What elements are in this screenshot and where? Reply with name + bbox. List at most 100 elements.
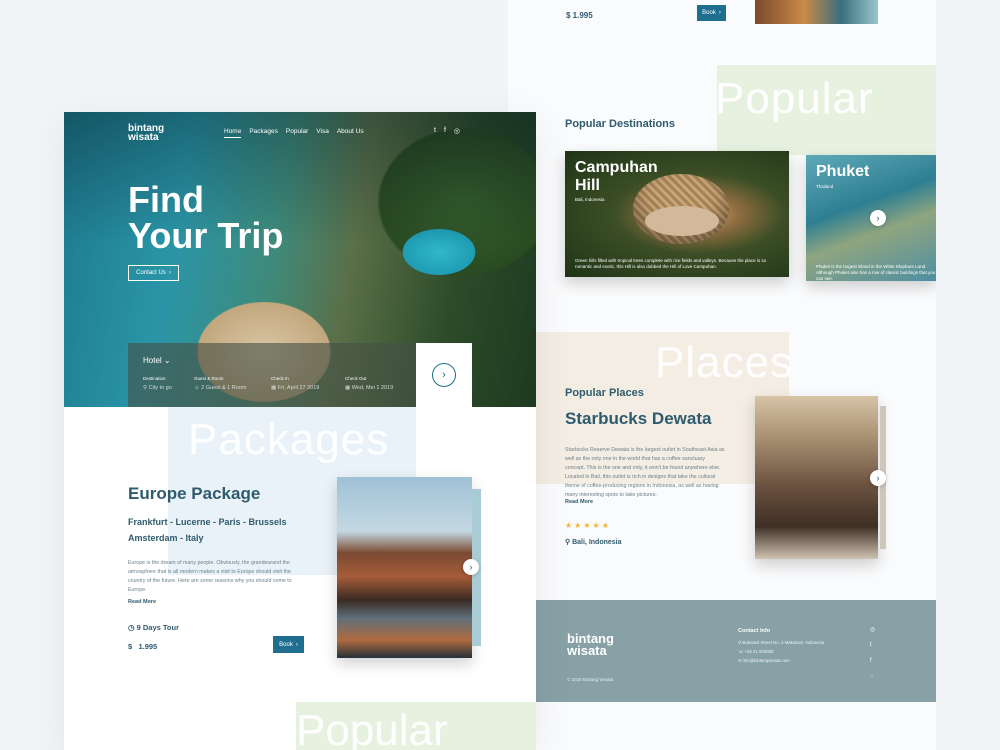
instagram-icon[interactable]: ◎: [454, 127, 460, 135]
package-route-line2: Amsterdam - Italy: [128, 533, 204, 543]
destination-field[interactable]: Destination ⚲ City to go: [143, 376, 172, 391]
nav-item-popular[interactable]: Popular: [286, 128, 308, 138]
check-in-field[interactable]: Check In ▦ Fri, April 27 2019: [271, 376, 319, 391]
package-duration-text: 9 Days Tour: [136, 623, 180, 632]
place-rating-stars: ★★★★★: [565, 521, 611, 530]
popular-destinations-title: Popular Destinations: [565, 118, 676, 130]
destination-description: Phuket is the largest island in the Whit…: [816, 264, 936, 281]
popular-watermark: Popular: [715, 74, 874, 123]
book-button[interactable]: Book ›: [273, 636, 304, 653]
top-book-button[interactable]: Book ›: [697, 5, 726, 21]
destination-location: Bali, Indonesia: [575, 197, 605, 202]
chevron-right-icon: ›: [469, 562, 473, 572]
check-in-value: Fri, April 27 2019: [277, 385, 320, 391]
guest-room-value: 2 Guest & 1 Room: [201, 385, 247, 391]
package-price-value: 1.995: [138, 642, 158, 651]
footer-logo[interactable]: bintang wisata: [567, 632, 614, 658]
guest-room-field[interactable]: Guest & Room ☺ 2 Guest & 1 Room: [194, 376, 246, 391]
field-value: ⚲ City to go: [143, 385, 172, 391]
right-page-mockup: $ 1.995 Book › Popular Popular Destinati…: [508, 0, 936, 750]
twitter-icon[interactable]: t: [870, 642, 872, 648]
packages-watermark: Packages: [188, 415, 390, 464]
place-name: Starbucks Dewata: [565, 409, 712, 428]
search-type-value: Hotel: [143, 356, 162, 365]
footer-copyright: © 2020 Bintang Wisata: [567, 677, 614, 682]
bottom-popular-watermark: Popular: [296, 706, 448, 750]
top-package-image: [755, 0, 878, 24]
calendar-icon: ▦: [345, 385, 351, 391]
footer-address-text: Bulevard Street No. 3 Makassar, Indonesi…: [742, 640, 825, 645]
top-book-label: Book: [702, 10, 716, 16]
destination-value: City to go: [148, 385, 172, 391]
footer-email-text: info@bintangwisata.com: [742, 658, 790, 663]
package-route-line1: Frankfurt - Lucerne - Paris - Brussels: [128, 517, 287, 527]
search-panel: Hotel ⌄ Destination ⚲ City to go Guest &…: [128, 343, 416, 407]
destination-name: Phuket: [816, 163, 870, 180]
location-pin-icon: ⚲: [143, 385, 148, 391]
field-value: ▦ Fri, April 27 2019: [271, 385, 319, 391]
location-pin-icon: ⚲: [565, 539, 571, 546]
search-go-panel: ›: [416, 343, 472, 407]
book-label: Book: [279, 641, 293, 648]
amsterdam-image[interactable]: [337, 477, 472, 658]
places-watermark: Places: [655, 338, 794, 387]
facebook-icon[interactable]: f: [870, 658, 872, 664]
logo-line2: wisata: [128, 132, 159, 143]
chevron-right-icon: ›: [442, 369, 446, 381]
contact-us-button[interactable]: Contact Us ›: [128, 265, 179, 281]
social-links: t f ◎: [434, 127, 460, 135]
person-icon: ☺: [194, 385, 200, 391]
hero-title-line1: Find: [128, 179, 204, 220]
dribbble-icon[interactable]: ◌: [870, 674, 874, 680]
hero-title: Find Your Trip: [128, 182, 283, 254]
chevron-right-icon: ›: [295, 641, 298, 648]
destination-description: Green hills filled with tropical trees c…: [575, 258, 767, 269]
nav-item-home[interactable]: Home: [224, 128, 242, 138]
destination-location: Thailand: [816, 184, 834, 189]
chevron-right-icon: ›: [876, 473, 880, 483]
starbucks-image[interactable]: [755, 396, 878, 559]
packages-next-button[interactable]: ›: [463, 559, 479, 575]
footer-email[interactable]: ✉ info@bintangwisata.com: [738, 658, 790, 664]
left-page-mockup: bintang wisata Home Packages Popular Vis…: [64, 112, 536, 750]
clock-icon: ◷: [128, 623, 135, 632]
place-location: ⚲ Bali, Indonesia: [565, 538, 622, 546]
facebook-icon[interactable]: f: [444, 127, 446, 135]
package-route: Frankfurt - Lucerne - Paris - Brussels A…: [128, 514, 328, 546]
calendar-icon: ▦: [271, 385, 277, 391]
twitter-icon[interactable]: t: [434, 127, 436, 135]
footer-contact-title: Contact Info: [738, 628, 771, 634]
popular-places-title: Popular Places: [565, 387, 644, 399]
instagram-icon[interactable]: ◎: [870, 626, 875, 633]
field-label: Guest & Room: [194, 376, 224, 381]
chevron-right-icon: ›: [876, 213, 880, 223]
destination-name: Campuhan Hill: [575, 159, 658, 195]
field-label: Destination: [143, 376, 166, 381]
footer-logo-line2: wisata: [567, 643, 607, 658]
footer-phone-text: +62 21 000000: [744, 649, 774, 654]
footer-address: ⚲ Bulevard Street No. 3 Makassar, Indone…: [738, 640, 825, 645]
place-location-text: Bali, Indonesia: [572, 539, 622, 546]
nav-item-visa[interactable]: Visa: [316, 128, 329, 138]
place-read-more-link[interactable]: Read More: [565, 499, 593, 505]
search-type-select[interactable]: Hotel ⌄: [143, 356, 171, 365]
package-description: Europe is the dream of many people. Obvi…: [128, 560, 292, 593]
check-out-value: Wed, Mei 1 2019: [351, 385, 394, 391]
nav-item-packages[interactable]: Packages: [249, 128, 278, 138]
search-go-button[interactable]: ›: [432, 363, 456, 387]
hero-title-line2: Your Trip: [128, 215, 284, 256]
places-next-button[interactable]: ›: [870, 470, 886, 486]
package-price: $ 1.995: [128, 642, 157, 651]
nav-item-about-us[interactable]: About Us: [337, 128, 364, 138]
destination-card-campuhan[interactable]: Campuhan Hill Bali, Indonesia Green hill…: [565, 151, 789, 277]
brand-logo[interactable]: bintang wisata: [128, 124, 164, 143]
check-out-field[interactable]: Check Out ▦ Wed, Mei 1 2019: [345, 376, 393, 391]
main-nav: Home Packages Popular Visa About Us: [224, 128, 364, 138]
place-description: Starbucks Reserve Dewata is the largest …: [565, 447, 725, 498]
field-value: ☺ 2 Guest & 1 Room: [194, 385, 246, 391]
chevron-right-icon: ›: [718, 10, 721, 16]
field-label: Check Out: [345, 376, 367, 381]
destinations-next-button[interactable]: ›: [870, 210, 886, 226]
package-read-more-link[interactable]: Read More: [128, 599, 156, 605]
footer: bintang wisata © 2020 Bintang Wisata Con…: [536, 600, 936, 702]
